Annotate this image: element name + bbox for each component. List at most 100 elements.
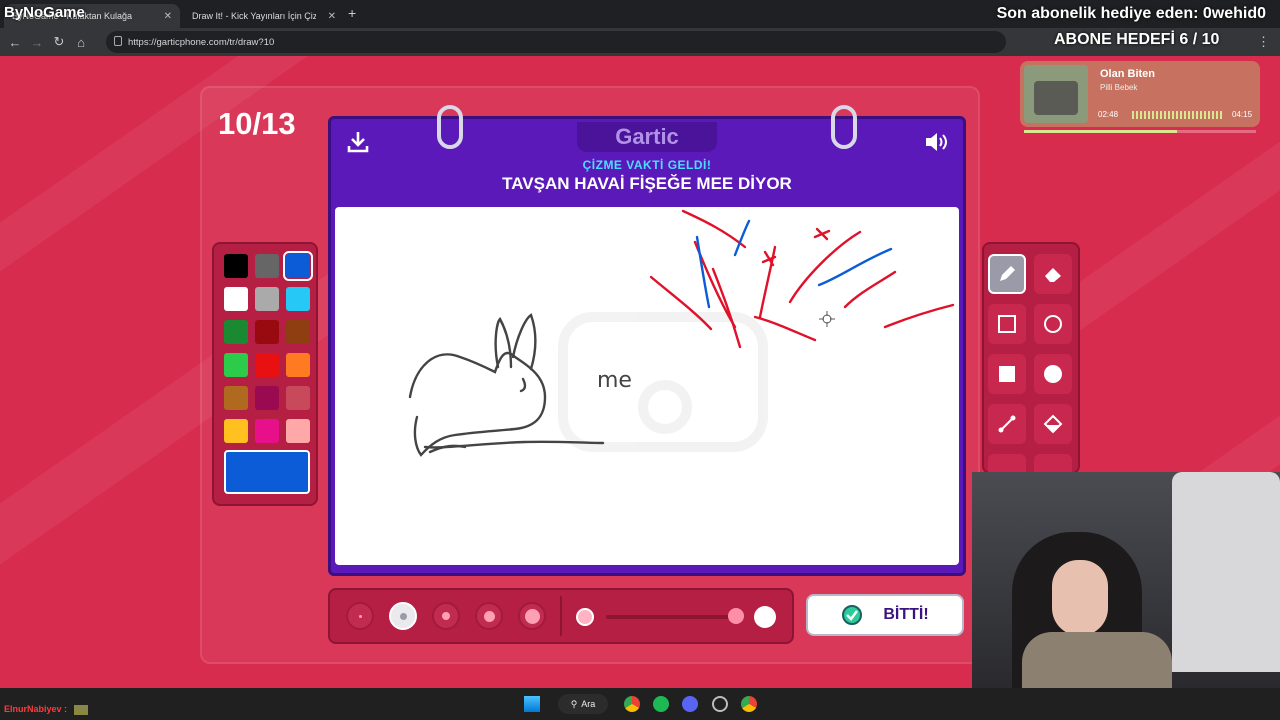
sub-gift-alert: Son abonelik hediye eden: 0wehid0 <box>996 5 1266 22</box>
canvas-text: me <box>597 368 632 393</box>
color-swatch[interactable] <box>255 386 279 410</box>
circle-outline-icon <box>1044 315 1062 333</box>
brush-size-2[interactable] <box>389 602 417 630</box>
pencil-icon <box>1000 266 1015 281</box>
pencil-tool[interactable] <box>988 254 1026 294</box>
brush-size-5[interactable] <box>518 602 546 630</box>
opacity-max-icon <box>754 606 776 628</box>
color-swatch[interactable] <box>286 320 310 344</box>
divider <box>560 596 562 636</box>
color-swatch[interactable] <box>255 254 279 278</box>
phase-subtitle: ÇİZME VAKTİ GELDİ! <box>582 158 712 172</box>
watermark-logo <box>558 312 768 452</box>
song-artist: Pilli Bebek <box>1100 83 1138 92</box>
sub-goal: ABONE HEDEFİ 6 / 10 <box>1054 31 1220 48</box>
home-icon[interactable]: ⌂ <box>70 35 92 50</box>
chrome-icon[interactable] <box>624 696 640 712</box>
opacity-min-icon <box>576 608 594 626</box>
tab-label: Draw It! - Kick Yayınları İçin Çizi <box>192 11 316 21</box>
color-swatch[interactable] <box>255 353 279 377</box>
download-icon[interactable] <box>345 129 371 155</box>
line-tool[interactable] <box>988 404 1026 444</box>
back-icon[interactable]: ← <box>4 35 26 50</box>
person-face <box>1052 560 1108 636</box>
current-color <box>224 450 310 494</box>
spotify-icon[interactable] <box>653 696 669 712</box>
windows-start-icon[interactable] <box>524 696 540 712</box>
color-swatch[interactable] <box>255 287 279 311</box>
drawing-prompt: TAVŞAN HAVAİ FİŞEĞE MEE DİYOR <box>502 174 792 193</box>
discord-icon[interactable] <box>682 696 698 712</box>
lock-icon <box>114 36 122 46</box>
circle-filled-icon <box>1044 365 1062 383</box>
taskbar: ⚲ Ara <box>0 688 1280 720</box>
firework-red <box>649 209 955 349</box>
tool-panel <box>982 242 1080 474</box>
chair <box>1172 472 1280 672</box>
rectangle-tool[interactable] <box>988 304 1026 344</box>
round-counter: 10/13 <box>218 106 296 141</box>
color-swatch[interactable] <box>224 353 248 377</box>
opacity-slider-handle[interactable] <box>728 608 744 624</box>
tab-drawit[interactable]: Draw It! - Kick Yayınları İçin Çizi ✕ <box>184 4 344 28</box>
brush-size-4[interactable] <box>475 602 503 630</box>
color-swatch[interactable] <box>286 353 310 377</box>
bucket-icon <box>1043 414 1063 434</box>
gartic-logo: Gartic <box>577 122 717 152</box>
chat-message: ElnurNabiyev : <box>4 704 88 715</box>
crosshair-icon <box>819 311 835 327</box>
color-swatch[interactable] <box>224 320 248 344</box>
new-tab-button[interactable]: + <box>348 5 356 21</box>
more-tool[interactable] <box>1034 454 1072 472</box>
color-swatch[interactable] <box>255 320 279 344</box>
color-swatch[interactable] <box>286 287 310 311</box>
now-playing-widget: Olan Biten Pilli Bebek 02:48 04:15 <box>1020 61 1260 133</box>
person-body <box>1022 632 1172 688</box>
eraser-tool[interactable] <box>1034 254 1072 294</box>
webcam-feed <box>972 472 1280 688</box>
sound-icon[interactable] <box>923 129 951 155</box>
search-icon: ⚲ <box>570 698 578 709</box>
menu-icon[interactable]: ⋮ <box>1257 34 1270 50</box>
taskbar-search[interactable]: ⚲ Ara <box>558 694 608 714</box>
address-bar[interactable]: https://garticphone.com/tr/draw?10 <box>106 31 1006 53</box>
fill-tool[interactable] <box>1034 404 1072 444</box>
done-button[interactable]: BİTTİ! <box>806 594 964 636</box>
settings-icon[interactable] <box>712 696 728 712</box>
brush-size-bar <box>328 588 794 644</box>
eraser-icon <box>1045 268 1061 282</box>
filled-rectangle-tool[interactable] <box>988 354 1026 394</box>
filled-ellipse-tool[interactable] <box>1034 354 1072 394</box>
color-swatch[interactable] <box>224 419 248 443</box>
emote-icon <box>73 704 88 715</box>
color-swatch[interactable] <box>286 386 310 410</box>
song-title: Olan Biten <box>1100 68 1156 80</box>
color-swatch[interactable] <box>224 287 248 311</box>
brand-logo: ByNoGame <box>4 4 85 21</box>
waveform <box>1132 111 1222 119</box>
drawing-strokes: me <box>408 209 955 457</box>
prompt-header: Gartic ÇİZME VAKTİ GELDİ! TAVŞAN HAVAİ F… <box>331 119 963 203</box>
color-swatch[interactable] <box>283 251 313 281</box>
brush-size-1[interactable] <box>346 602 374 630</box>
close-icon[interactable]: ✕ <box>328 11 336 22</box>
color-swatch[interactable] <box>224 254 248 278</box>
album-art <box>1024 65 1088 123</box>
opacity-slider[interactable] <box>606 615 730 619</box>
chrome-icon[interactable] <box>741 696 757 712</box>
url-text: https://garticphone.com/tr/draw?10 <box>128 36 275 48</box>
brush-size-3[interactable] <box>432 602 460 630</box>
color-palette <box>212 242 318 506</box>
ellipse-tool[interactable] <box>1034 304 1072 344</box>
rectangle-outline-icon <box>998 315 1016 333</box>
close-icon[interactable]: ✕ <box>164 11 172 22</box>
color-swatch[interactable] <box>224 386 248 410</box>
color-swatch[interactable] <box>286 419 310 443</box>
song-total: 04:15 <box>1232 110 1253 119</box>
checkmark-icon <box>842 605 863 625</box>
drawing-canvas[interactable]: me <box>335 207 959 565</box>
more-tool[interactable] <box>988 454 1026 472</box>
forward-icon[interactable]: → <box>26 35 48 50</box>
color-swatch[interactable] <box>255 419 279 443</box>
reload-icon[interactable]: ↻ <box>48 34 70 50</box>
